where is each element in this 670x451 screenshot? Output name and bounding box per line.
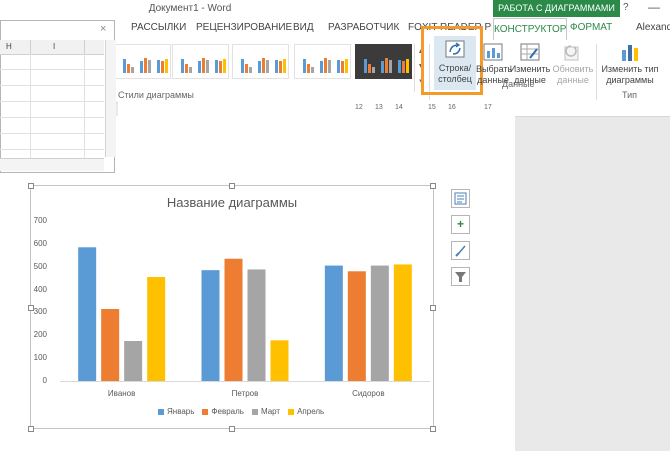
x-category-label: Иванов [107,389,136,398]
layout-options-button[interactable] [451,189,470,208]
layout-options-icon [454,192,467,205]
legend-swatch [288,408,295,415]
bar[interactable] [247,269,266,381]
chart-elements-button[interactable]: + [451,215,470,234]
legend-item[interactable]: Апрель [288,407,324,416]
y-tick-label: 700 [33,216,47,225]
legend-item[interactable]: Февраль [202,407,244,416]
y-tick-label: 0 [42,376,47,385]
chart-styles-button[interactable] [451,241,470,260]
legend-swatch [202,408,209,415]
y-tick-label: 300 [33,307,47,317]
bar[interactable] [201,270,220,381]
bar[interactable] [324,265,343,381]
bar[interactable] [270,340,289,381]
bar[interactable] [78,247,97,381]
chart-filters-button[interactable] [451,267,470,286]
chart-legend[interactable]: Январь Февраль Март Апрель [158,407,332,416]
y-tick-label: 200 [33,330,47,340]
legend-label: Февраль [211,407,244,416]
x-category-label: Сидоров [352,389,385,398]
chart-plot [60,247,430,382]
filter-icon [455,272,466,282]
legend-label: Апрель [297,407,325,416]
bar[interactable] [370,265,389,381]
legend-label: Январь [167,407,195,416]
bar[interactable] [224,258,243,381]
legend-label: Март [260,407,281,416]
bar[interactable] [393,264,412,381]
legend-item[interactable]: Март [251,407,281,416]
bar[interactable] [124,341,143,381]
x-category-label: Петров [231,389,259,398]
plus-icon: + [456,217,464,231]
legend-item[interactable]: Январь [158,407,194,416]
y-tick-label: 600 [33,238,47,248]
bar[interactable] [147,277,166,381]
bar[interactable] [101,309,120,381]
y-tick-label: 500 [33,261,47,271]
y-tick-label: 100 [33,353,47,363]
bar[interactable] [347,271,366,381]
brush-icon [455,245,466,257]
y-tick-label: 400 [33,284,47,294]
legend-swatch [251,408,258,415]
legend-swatch [158,408,164,415]
